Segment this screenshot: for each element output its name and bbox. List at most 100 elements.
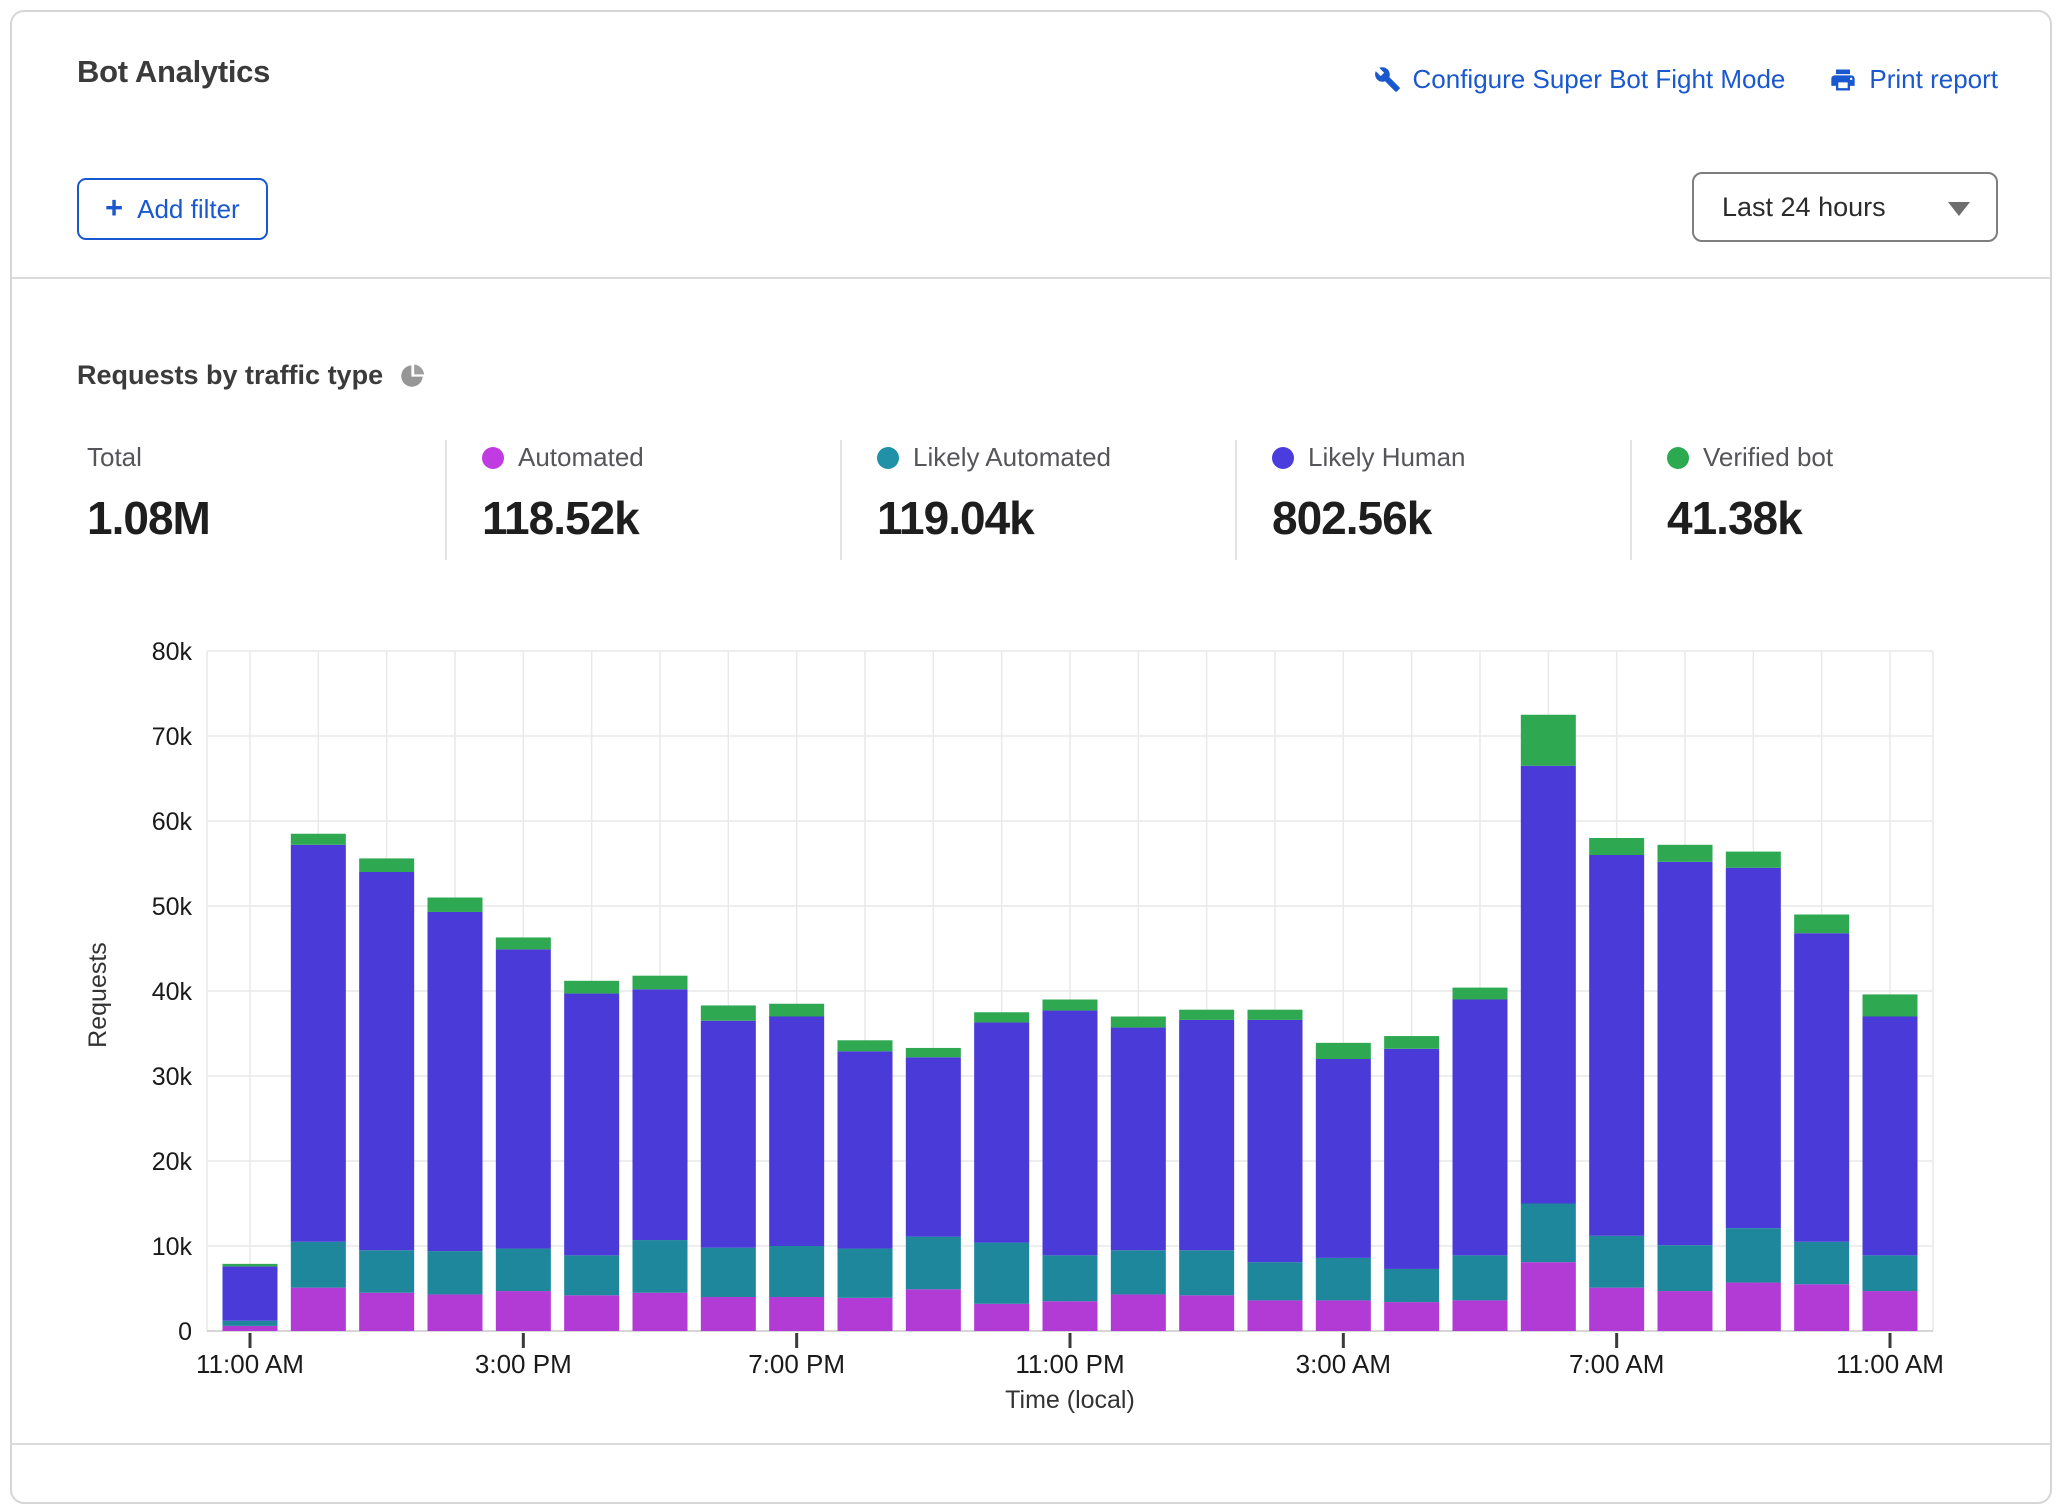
bar-segment-verified-bot[interactable] — [1521, 715, 1576, 766]
bar-segment-verified-bot[interactable] — [427, 898, 482, 912]
bar-segment-likely-human[interactable] — [1042, 1011, 1097, 1256]
bar-segment-automated[interactable] — [427, 1294, 482, 1331]
bar-segment-likely-automated[interactable] — [1179, 1250, 1234, 1295]
bar-segment-likely-human[interactable] — [632, 989, 687, 1240]
bar-segment-verified-bot[interactable] — [1862, 994, 1917, 1016]
bar-segment-automated[interactable] — [291, 1288, 346, 1331]
bar-segment-likely-automated[interactable] — [974, 1243, 1029, 1304]
bar-segment-likely-automated[interactable] — [291, 1242, 346, 1288]
bar-segment-likely-automated[interactable] — [223, 1321, 278, 1326]
bar-segment-automated[interactable] — [1111, 1294, 1166, 1331]
time-range-select[interactable]: Last 24 hours — [1692, 172, 1998, 242]
bar-segment-automated[interactable] — [1247, 1300, 1302, 1331]
bar-segment-verified-bot[interactable] — [1657, 845, 1712, 862]
bar-segment-automated[interactable] — [701, 1297, 756, 1331]
bar-segment-likely-automated[interactable] — [837, 1249, 892, 1298]
bar-segment-likely-automated[interactable] — [1589, 1236, 1644, 1288]
bar-segment-automated[interactable] — [632, 1293, 687, 1331]
bar-segment-likely-automated[interactable] — [427, 1251, 482, 1294]
bar-segment-automated[interactable] — [564, 1295, 619, 1331]
bar-segment-automated[interactable] — [769, 1297, 824, 1331]
bar-segment-likely-human[interactable] — [1316, 1059, 1371, 1258]
add-filter-button[interactable]: + Add filter — [77, 178, 268, 240]
bar-segment-verified-bot[interactable] — [1316, 1043, 1371, 1059]
bar-segment-verified-bot[interactable] — [701, 1005, 756, 1020]
bar-segment-verified-bot[interactable] — [1179, 1010, 1234, 1020]
bar-segment-automated[interactable] — [1452, 1300, 1507, 1331]
bar-segment-verified-bot[interactable] — [223, 1264, 278, 1267]
bar-segment-verified-bot[interactable] — [632, 976, 687, 990]
bar-segment-automated[interactable] — [906, 1289, 961, 1331]
bar-segment-automated[interactable] — [1726, 1283, 1781, 1331]
bar-segment-likely-human[interactable] — [1179, 1020, 1234, 1250]
bar-segment-automated[interactable] — [223, 1326, 278, 1331]
bar-segment-automated[interactable] — [837, 1298, 892, 1331]
bar-segment-likely-human[interactable] — [1452, 1000, 1507, 1256]
bar-segment-verified-bot[interactable] — [1726, 852, 1781, 868]
bar-segment-likely-automated[interactable] — [1862, 1255, 1917, 1291]
bar-segment-verified-bot[interactable] — [1111, 1017, 1166, 1028]
bar-segment-verified-bot[interactable] — [906, 1048, 961, 1057]
bar-segment-likely-automated[interactable] — [1521, 1204, 1576, 1263]
bar-segment-verified-bot[interactable] — [291, 834, 346, 845]
bar-segment-verified-bot[interactable] — [1247, 1010, 1302, 1020]
bar-segment-verified-bot[interactable] — [564, 981, 619, 994]
bar-segment-verified-bot[interactable] — [1384, 1036, 1439, 1049]
bar-segment-automated[interactable] — [496, 1291, 551, 1331]
bar-segment-likely-human[interactable] — [1521, 766, 1576, 1204]
bar-segment-automated[interactable] — [1862, 1291, 1917, 1331]
bar-segment-automated[interactable] — [1179, 1295, 1234, 1331]
bar-segment-verified-bot[interactable] — [1794, 915, 1849, 934]
bar-segment-likely-automated[interactable] — [1726, 1228, 1781, 1282]
bar-segment-likely-automated[interactable] — [632, 1240, 687, 1293]
bar-segment-automated[interactable] — [1589, 1288, 1644, 1331]
bar-segment-verified-bot[interactable] — [769, 1004, 824, 1017]
bar-segment-verified-bot[interactable] — [359, 858, 414, 872]
bar-segment-automated[interactable] — [1794, 1284, 1849, 1331]
bar-segment-automated[interactable] — [1042, 1301, 1097, 1331]
bar-segment-likely-human[interactable] — [359, 872, 414, 1250]
bar-segment-likely-human[interactable] — [496, 949, 551, 1248]
bar-segment-verified-bot[interactable] — [496, 937, 551, 949]
bar-segment-likely-human[interactable] — [974, 1022, 1029, 1242]
bar-segment-automated[interactable] — [1521, 1262, 1576, 1331]
bar-segment-likely-human[interactable] — [427, 912, 482, 1251]
bar-segment-likely-human[interactable] — [769, 1017, 824, 1247]
bar-segment-likely-human[interactable] — [701, 1021, 756, 1248]
bar-segment-likely-human[interactable] — [1726, 868, 1781, 1228]
bar-segment-likely-human[interactable] — [906, 1057, 961, 1236]
bar-segment-likely-automated[interactable] — [1657, 1245, 1712, 1291]
bar-segment-likely-human[interactable] — [223, 1266, 278, 1320]
bar-segment-likely-human[interactable] — [1862, 1017, 1917, 1256]
bar-segment-likely-automated[interactable] — [1111, 1250, 1166, 1294]
bar-segment-verified-bot[interactable] — [1589, 838, 1644, 855]
bar-segment-likely-human[interactable] — [1247, 1020, 1302, 1262]
print-report-link[interactable]: Print report — [1829, 64, 1998, 95]
bar-segment-likely-human[interactable] — [1657, 862, 1712, 1245]
bar-segment-likely-human[interactable] — [1794, 933, 1849, 1242]
bar-segment-likely-automated[interactable] — [1794, 1242, 1849, 1285]
bar-segment-likely-automated[interactable] — [359, 1250, 414, 1293]
bar-segment-likely-human[interactable] — [1589, 855, 1644, 1236]
bar-segment-likely-automated[interactable] — [1042, 1255, 1097, 1301]
bar-segment-likely-human[interactable] — [837, 1051, 892, 1248]
bar-segment-automated[interactable] — [1657, 1291, 1712, 1331]
bar-segment-likely-automated[interactable] — [1452, 1255, 1507, 1300]
bar-segment-likely-human[interactable] — [564, 994, 619, 1256]
bar-segment-automated[interactable] — [1316, 1300, 1371, 1331]
bar-segment-verified-bot[interactable] — [1452, 988, 1507, 1000]
bar-segment-likely-human[interactable] — [291, 845, 346, 1242]
bar-segment-likely-automated[interactable] — [1247, 1262, 1302, 1300]
bar-segment-likely-automated[interactable] — [701, 1248, 756, 1297]
configure-sbfm-link[interactable]: Configure Super Bot Fight Mode — [1374, 64, 1786, 95]
bar-segment-automated[interactable] — [1384, 1302, 1439, 1331]
bar-segment-verified-bot[interactable] — [837, 1040, 892, 1051]
bar-segment-likely-automated[interactable] — [1384, 1269, 1439, 1302]
bar-segment-verified-bot[interactable] — [1042, 1000, 1097, 1011]
bar-segment-likely-human[interactable] — [1384, 1049, 1439, 1269]
bar-segment-likely-automated[interactable] — [906, 1237, 961, 1290]
bar-segment-verified-bot[interactable] — [974, 1012, 1029, 1022]
bar-segment-automated[interactable] — [974, 1304, 1029, 1331]
bar-segment-automated[interactable] — [359, 1293, 414, 1331]
bar-segment-likely-automated[interactable] — [1316, 1258, 1371, 1301]
